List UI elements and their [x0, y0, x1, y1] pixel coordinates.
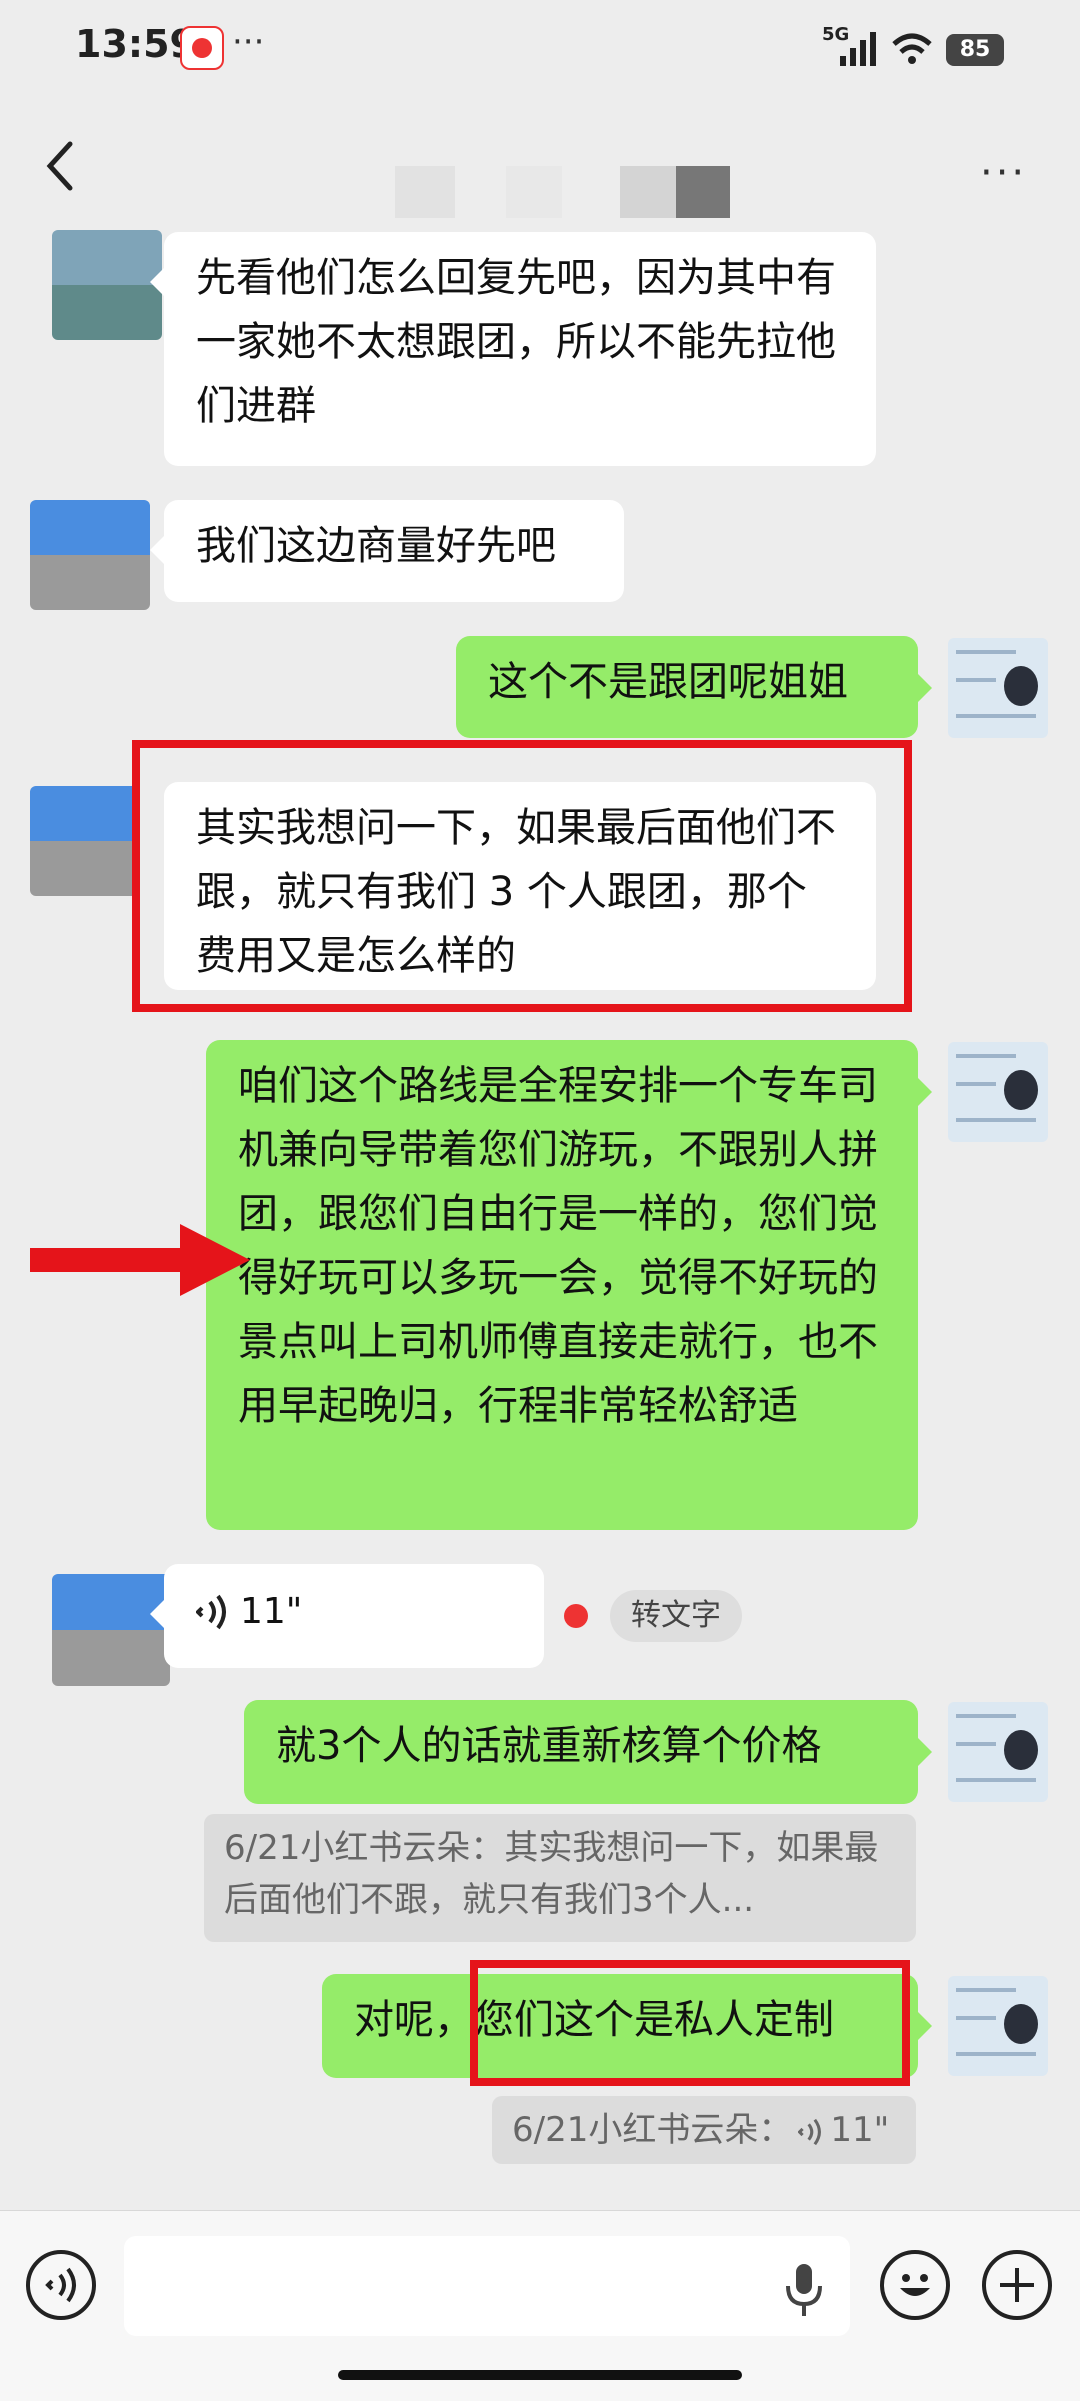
voice-wave-icon [797, 2118, 822, 2145]
voice-wave-icon [195, 1594, 226, 1630]
signal-icon [840, 32, 876, 66]
red-arrow-annotation [30, 1224, 250, 1296]
app-notification-icon [180, 26, 224, 70]
bubble-tail [150, 1600, 164, 1628]
message-bubble[interactable]: 先看他们怎么回复先吧，因为其中有一家她不太想跟团，所以不能先拉他们进群 [164, 232, 876, 466]
bubble-tail [150, 268, 164, 296]
voice-message[interactable]: 11" [164, 1564, 544, 1668]
highlight-box [470, 1960, 910, 2086]
convert-to-text-button[interactable]: 转文字 [610, 1590, 742, 1642]
quote-voice-duration: 11" [830, 2110, 890, 2150]
plus-icon[interactable] [982, 2250, 1052, 2320]
message-bubble[interactable]: 这个不是跟团呢姐姐 [456, 636, 918, 738]
bubble-tail [918, 674, 932, 702]
quoted-message[interactable]: 6/21小红书云朵：其实我想问一下，如果最后面他们不跟，就只有我们3个人... [204, 1814, 916, 1942]
quoted-message[interactable]: 6/21小红书云朵： 11" [492, 2096, 916, 2164]
voice-mode-icon[interactable] [26, 2250, 96, 2320]
message-bubble[interactable]: 就3个人的话就重新核算个价格 [244, 1700, 918, 1804]
chat-title-blurred [676, 166, 730, 218]
message-input[interactable] [124, 2236, 850, 2336]
bubble-tail [918, 2012, 932, 2040]
avatar[interactable] [948, 1042, 1048, 1142]
bubble-tail [918, 1738, 932, 1766]
bubble-tail [150, 536, 164, 564]
status-more-dots: ··· [232, 22, 265, 62]
avatar[interactable] [948, 1976, 1048, 2076]
message-text-prefix: 对呢， [354, 1997, 474, 2043]
chat-title-blurred [620, 166, 678, 218]
avatar[interactable] [30, 786, 140, 896]
highlight-box [132, 740, 912, 1012]
microphone-icon[interactable] [784, 2260, 824, 2320]
battery-indicator: 85 [946, 34, 1004, 66]
avatar[interactable] [52, 230, 162, 340]
avatar[interactable] [52, 1574, 170, 1686]
home-indicator[interactable] [338, 2370, 742, 2380]
message-bubble[interactable]: 咱们这个路线是全程安排一个专车司机兼向导带着您们游玩，不跟别人拼团，跟您们自由行… [206, 1040, 918, 1530]
chat-title-blurred [506, 166, 562, 218]
unread-dot [564, 1604, 588, 1628]
avatar[interactable] [948, 638, 1048, 738]
message-bubble[interactable]: 我们这边商量好先吧 [164, 500, 624, 602]
bubble-tail [918, 1078, 932, 1106]
status-time: 13:59 [75, 22, 196, 66]
voice-duration: 11" [240, 1591, 303, 1632]
emoji-icon[interactable] [880, 2250, 950, 2320]
chevron-left-icon[interactable] [40, 138, 84, 194]
avatar[interactable] [30, 500, 150, 610]
quote-sender: 6/21小红书云朵： [512, 2110, 793, 2150]
chat-title-blurred [395, 166, 455, 218]
more-options-icon[interactable]: ··· [980, 150, 1027, 196]
wifi-icon [892, 33, 932, 64]
avatar[interactable] [948, 1702, 1048, 1802]
